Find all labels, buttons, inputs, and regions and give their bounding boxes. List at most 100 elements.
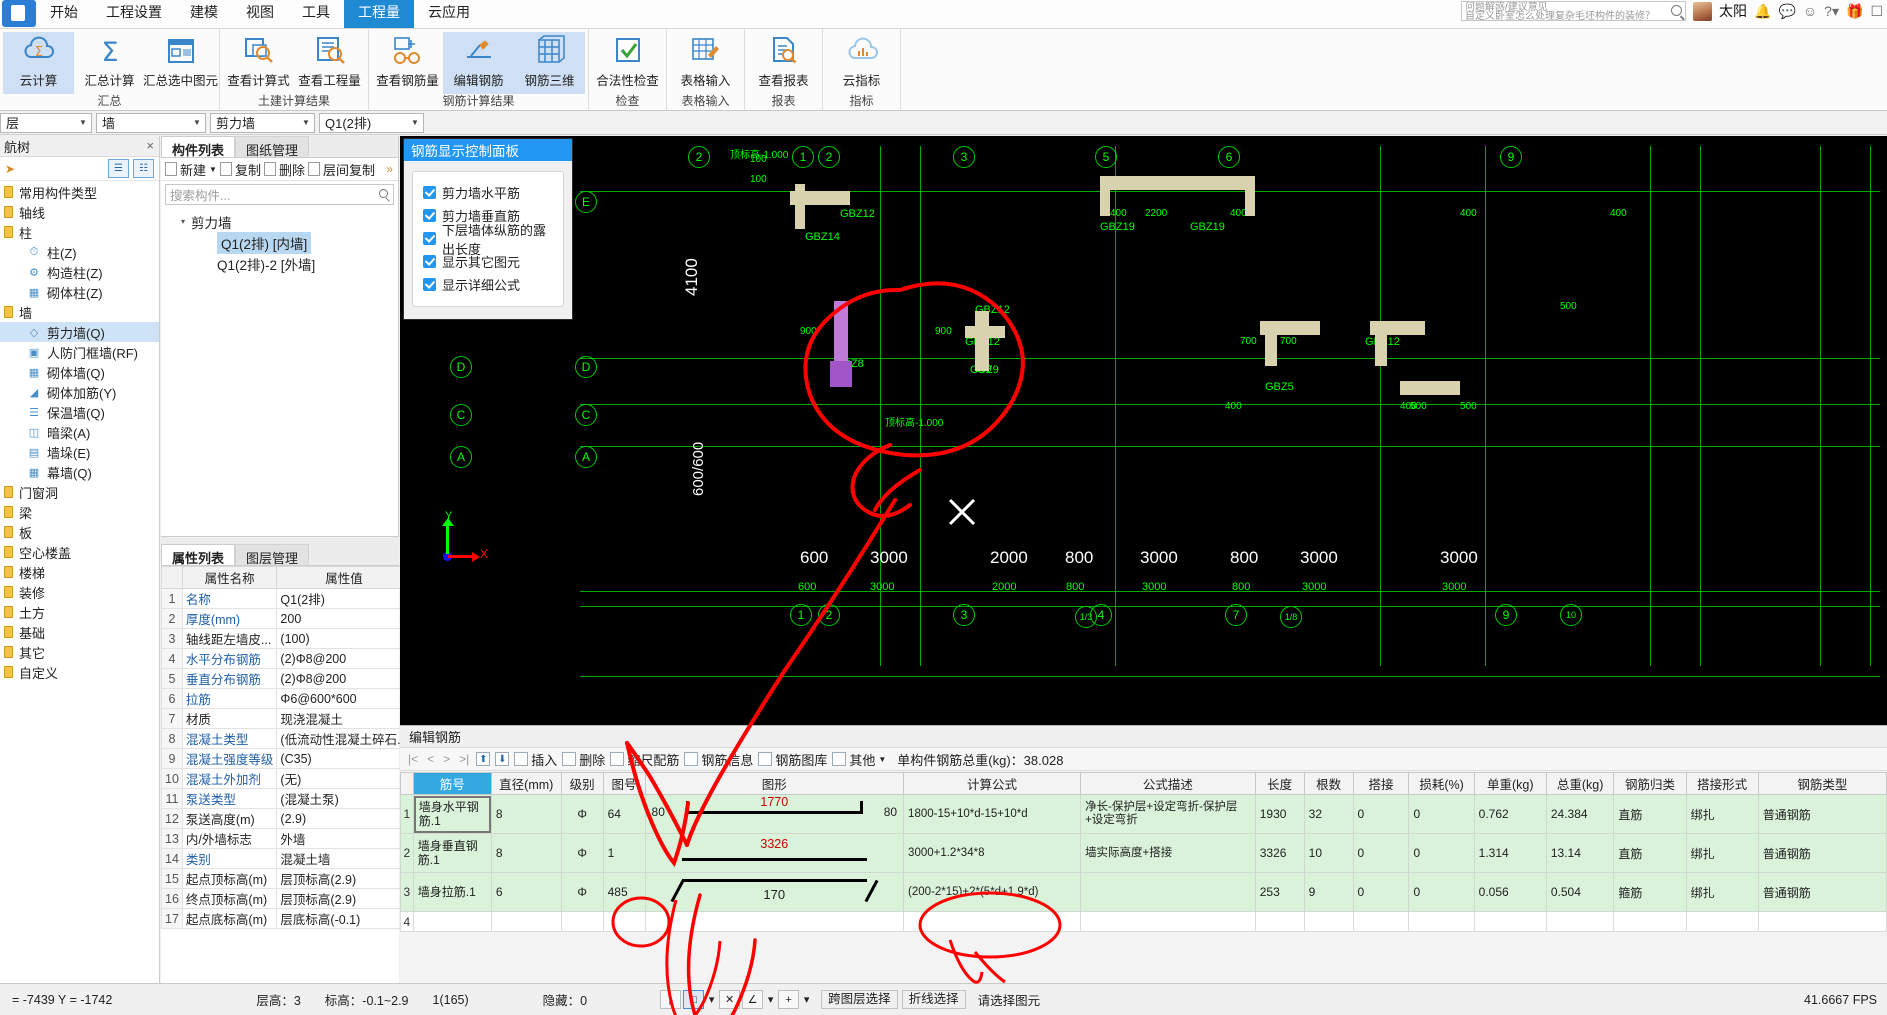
rebar-col-筋号[interactable]: 筋号	[412, 772, 492, 795]
rebar-toolbar-缩尺配筋[interactable]: 缩尺配筋	[610, 750, 679, 769]
rebar-cell-count[interactable]: 10	[1303, 833, 1354, 873]
rebar-cell-grade[interactable]: Φ	[560, 833, 604, 873]
ribbon-button-汇总计算[interactable]: Σ 汇总计算	[74, 32, 145, 94]
snap-intersection-button[interactable]: ✕	[719, 990, 741, 1009]
rebar-cell[interactable]	[1473, 911, 1547, 932]
nav-item-常用构件类型[interactable]: 常用构件类型	[0, 182, 159, 202]
snap-midpoint-button[interactable]: +	[778, 990, 800, 1009]
expand-icon[interactable]: ➤	[5, 162, 15, 176]
user-name[interactable]: 太阳	[1719, 1, 1747, 21]
component-search-input[interactable]: 搜索构件...	[165, 184, 394, 205]
property-value[interactable]: (混凝土泵)	[276, 788, 412, 809]
chevron-down-icon[interactable]: ▾	[706, 990, 717, 1009]
rebar-col-搭接[interactable]: 搭接	[1352, 772, 1410, 795]
property-row[interactable]: 16 终点顶标高(m) 层顶标高(2.9)	[161, 888, 412, 909]
dialog-checkbox-row[interactable]: 显示详细公式	[423, 273, 557, 296]
menu-item-tools[interactable]: 工具	[288, 0, 344, 28]
rebar-cell-diameter[interactable]: 8	[490, 794, 562, 834]
menu-item-modeling[interactable]: 建模	[176, 0, 232, 28]
property-value[interactable]: (低流动性混凝土碎石...	[276, 728, 412, 749]
rebar-col-钢筋类型[interactable]: 钢筋类型	[1757, 772, 1887, 795]
rebar-cell-tu[interactable]: 1	[602, 833, 646, 873]
snap-angle-button[interactable]: ∠	[742, 990, 764, 1009]
property-row[interactable]: 6 拉筋 Φ6@600*600	[161, 688, 412, 709]
nav-item-幕墙(Q)[interactable]: ▦ 幕墙(Q)	[0, 462, 159, 482]
property-value[interactable]: (2)Φ8@200	[276, 668, 412, 689]
menu-item-quantity[interactable]: 工程量	[344, 0, 414, 28]
property-value[interactable]: Φ6@600*600	[276, 688, 412, 709]
rebar-cell-formula[interactable]: (200-2*15)+2*(5*d+1.9*d)	[903, 872, 1082, 912]
property-row[interactable]: 4 水平分布钢筋 (2)Φ8@200	[161, 648, 412, 669]
category-combo[interactable]: 墙 ▼	[96, 112, 206, 133]
cross-layer-select-button[interactable]: 跨图层选择	[821, 990, 898, 1009]
ribbon-button-合法性检查[interactable]: 合法性检查	[592, 32, 663, 94]
rebar-table-row[interactable]: 2 墙身垂直钢筋.1 8 Φ 1 3326 3000+1.2*34*8 墙实际高度+搭接 3…	[400, 833, 1887, 873]
rebar-cell-count[interactable]: 32	[1303, 794, 1354, 834]
rebar-cell[interactable]	[644, 911, 905, 932]
rebar-cell-lap[interactable]: 0	[1352, 833, 1410, 873]
rebar-cell-diameter[interactable]: 8	[490, 833, 562, 873]
rebar-grid[interactable]: 筋号 直径(mm) 级别 图号 图形 计算公式 公式描述 长度 根数 搭接 损耗(%) 单重(kg) 总…	[400, 772, 1887, 983]
nav-item-空心楼盖[interactable]: 空心楼盖	[0, 542, 159, 562]
rebar-table-row[interactable]: 4	[400, 911, 1887, 932]
rebar-cell-formula[interactable]: 3000+1.2*34*8	[903, 833, 1082, 873]
rebar-cell[interactable]	[1303, 911, 1354, 932]
property-row[interactable]: 7 材质 现浇混凝土	[161, 708, 412, 729]
rebar-col-根数[interactable]: 根数	[1303, 772, 1354, 795]
up-icon[interactable]: ⬆	[476, 752, 491, 766]
property-value[interactable]: 混凝土墙	[276, 848, 412, 869]
checkbox-icon[interactable]	[423, 255, 436, 268]
rebar-cell-length[interactable]: 1930	[1254, 794, 1305, 834]
rebar-col-级别[interactable]: 级别	[560, 772, 604, 795]
rebar-cell[interactable]	[1352, 911, 1410, 932]
nav-item-剪力墙(Q)[interactable]: ◇ 剪力墙(Q)	[0, 322, 159, 342]
polyline-select-button[interactable]: 折线选择	[901, 990, 966, 1009]
rebar-cell-name[interactable]: 墙身拉筋.1	[412, 872, 492, 912]
nav-item-墙垛(E)[interactable]: ▤ 墙垛(E)	[0, 442, 159, 462]
rebar-cell-rebar-type[interactable]: 普通钢筋	[1757, 794, 1887, 834]
nav-item-土方[interactable]: 土方	[0, 602, 159, 622]
property-row[interactable]: 12 泵送高度(m) (2.9)	[161, 808, 412, 829]
menu-item-cloud-apps[interactable]: 云应用	[414, 0, 484, 28]
dialog-checkbox-row[interactable]: 剪力墙水平筋	[423, 181, 557, 204]
checkbox-icon[interactable]	[423, 186, 436, 199]
rebar-col-图号[interactable]: 图号	[602, 772, 646, 795]
property-row[interactable]: 13 内/外墙标志 外墙	[161, 828, 412, 849]
rebar-toolbar-其他[interactable]: 其他 ▼	[832, 750, 886, 769]
rebar-cell[interactable]	[1408, 911, 1475, 932]
rebar-cell[interactable]	[602, 911, 646, 932]
nav-item-梁[interactable]: 梁	[0, 502, 159, 522]
nav-item-门窗洞[interactable]: 门窗洞	[0, 482, 159, 502]
property-value[interactable]: (无)	[276, 768, 412, 789]
property-row[interactable]: 15 起点顶标高(m) 层顶标高(2.9)	[161, 868, 412, 889]
property-row[interactable]: 2 厚度(mm) 200	[161, 608, 412, 629]
list-view-toggle[interactable]: ☰	[108, 159, 129, 178]
rebar-col-损耗(%)[interactable]: 损耗(%)	[1408, 772, 1475, 795]
rebar-display-control-dialog[interactable]: 钢筋显示控制面板 剪力墙水平筋 剪力墙垂直筋 下层墙体纵筋的露出长度 显示其它图元 显示…	[403, 138, 573, 320]
rebar-col-总重(kg)[interactable]: 总重(kg)	[1545, 772, 1615, 795]
rebar-col-搭接形式[interactable]: 搭接形式	[1685, 772, 1759, 795]
ribbon-button-查看计算式[interactable]: 查看计算式	[223, 32, 294, 94]
rebar-cell-class[interactable]: 直筋	[1613, 794, 1687, 834]
component-toolbar-删除[interactable]: 删除	[263, 160, 305, 179]
rebar-nav-2[interactable]: >	[441, 752, 452, 766]
rebar-col-计算公式[interactable]: 计算公式	[903, 772, 1082, 795]
search-icon[interactable]	[379, 189, 388, 198]
expander-icon[interactable]: ▾	[181, 217, 185, 226]
rebar-cell-tu[interactable]: 64	[602, 794, 646, 834]
nav-item-砌体柱(Z)[interactable]: ▦ 砌体柱(Z)	[0, 282, 159, 302]
checkbox-icon[interactable]	[423, 232, 436, 245]
rebar-table-row[interactable]: 1 墙身水平钢筋.1 8 Φ 64 80 80 1770 1800-15+10*d-15+…	[400, 794, 1887, 834]
property-value[interactable]: (C35)	[276, 748, 412, 769]
component-toolbar-层间复制[interactable]: 层间复制	[307, 160, 375, 179]
property-value[interactable]: 层底标高(-0.1)	[276, 908, 412, 929]
app-logo-icon[interactable]	[2, 0, 36, 27]
rebar-cell[interactable]	[1545, 911, 1615, 932]
bell-icon[interactable]: 🔔	[1754, 3, 1771, 20]
property-value[interactable]: 200	[276, 608, 412, 629]
avatar[interactable]	[1693, 1, 1712, 21]
property-value[interactable]: 层顶标高(2.9)	[276, 868, 412, 889]
rebar-cell-shape[interactable]: 80 80 1770	[644, 794, 905, 834]
rebar-cell[interactable]	[412, 911, 492, 932]
nav-item-砌体加筋(Y)[interactable]: ◢ 砌体加筋(Y)	[0, 382, 159, 402]
